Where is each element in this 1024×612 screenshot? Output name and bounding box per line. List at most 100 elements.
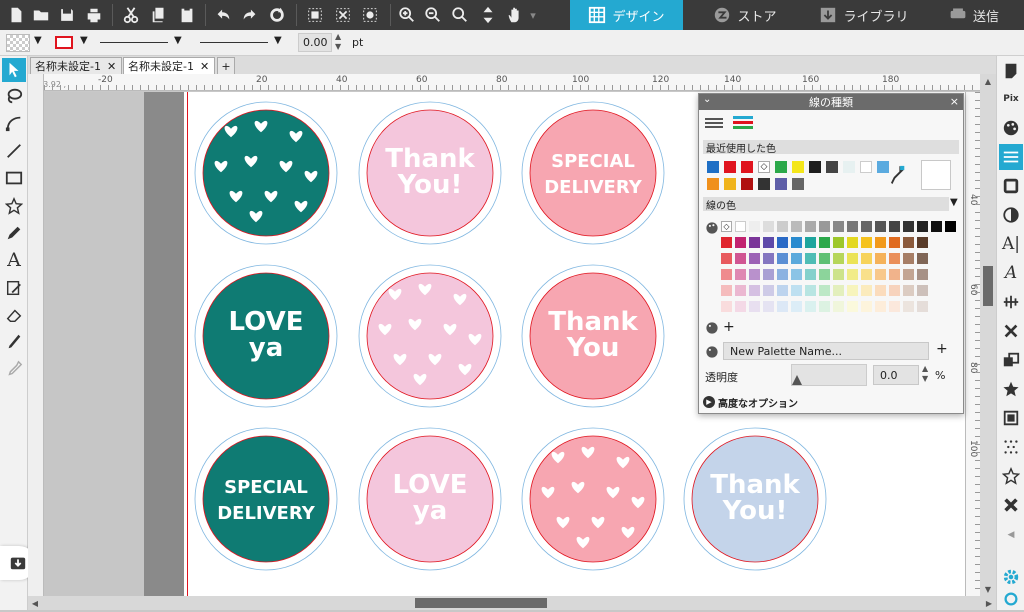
eyedropper-icon[interactable] bbox=[891, 164, 905, 186]
palette-swatch[interactable] bbox=[805, 221, 816, 232]
palette-swatch[interactable] bbox=[763, 237, 774, 248]
hand-icon[interactable] bbox=[503, 3, 527, 27]
scroll-up-icon[interactable]: ▲ bbox=[980, 74, 996, 88]
copy-icon[interactable] bbox=[147, 3, 171, 27]
palette-swatch[interactable] bbox=[847, 269, 858, 280]
palette-swatch[interactable] bbox=[903, 269, 914, 280]
line-style-dropdown-icon[interactable]: ▼ bbox=[174, 35, 182, 46]
palette-swatch[interactable] bbox=[805, 253, 816, 264]
slider-handle[interactable] bbox=[792, 375, 802, 385]
line-style-tab-icon[interactable] bbox=[705, 118, 723, 130]
palette-swatch[interactable] bbox=[861, 221, 872, 232]
zoom-in-icon[interactable] bbox=[395, 3, 419, 27]
palette-swatch[interactable] bbox=[805, 237, 816, 248]
palette-swatch[interactable] bbox=[777, 269, 788, 280]
palette-swatch[interactable] bbox=[931, 221, 942, 232]
palette-name-input[interactable]: New Palette Name... bbox=[723, 342, 929, 360]
pan-arrows-icon[interactable] bbox=[476, 3, 500, 27]
palette-swatch[interactable] bbox=[875, 221, 886, 232]
offset-icon[interactable] bbox=[999, 405, 1023, 431]
palette-swatch[interactable] bbox=[763, 253, 774, 264]
transparency-stepper[interactable]: ▲ ▼ bbox=[922, 364, 928, 384]
line-color-swatch[interactable] bbox=[55, 36, 73, 49]
palette-swatch[interactable] bbox=[791, 221, 802, 232]
text-tool-icon[interactable]: A bbox=[2, 248, 26, 272]
line-style-panel-icon[interactable] bbox=[999, 144, 1023, 170]
palette-swatch[interactable] bbox=[777, 237, 788, 248]
palette-swatch[interactable] bbox=[819, 285, 830, 296]
palette-swatch[interactable] bbox=[875, 253, 886, 264]
sticker[interactable]: SPECIAL DELIVERY bbox=[521, 101, 665, 245]
fill-pattern-icon[interactable] bbox=[999, 173, 1023, 199]
vertical-scrollbar[interactable]: ▲ ▼ bbox=[980, 74, 996, 596]
palette-swatch[interactable] bbox=[777, 301, 788, 312]
palette-swatch[interactable] bbox=[847, 301, 858, 312]
palette-swatch[interactable] bbox=[749, 253, 760, 264]
palette-swatch[interactable] bbox=[749, 269, 760, 280]
select-tool-icon[interactable] bbox=[2, 58, 26, 82]
palette-swatch[interactable] bbox=[735, 237, 746, 248]
palette-swatch[interactable] bbox=[777, 285, 788, 296]
palette-swatch[interactable] bbox=[917, 301, 928, 312]
new-file-icon[interactable] bbox=[4, 3, 28, 27]
panel-close-button[interactable]: × bbox=[950, 95, 959, 108]
add-tab-button[interactable]: + bbox=[217, 57, 235, 74]
palette-swatch[interactable] bbox=[833, 221, 844, 232]
palette-swatch[interactable] bbox=[735, 221, 746, 232]
sticker[interactable] bbox=[358, 264, 502, 408]
palette-swatch[interactable] bbox=[735, 269, 746, 280]
palette-swatch[interactable] bbox=[791, 285, 802, 296]
palette-swatch[interactable] bbox=[749, 301, 760, 312]
palette-swatch[interactable] bbox=[875, 301, 886, 312]
palette-swatch[interactable] bbox=[721, 301, 732, 312]
vertical-scroll-thumb[interactable] bbox=[983, 266, 993, 306]
palette-swatch[interactable] bbox=[833, 269, 844, 280]
palette-swatch[interactable] bbox=[903, 221, 914, 232]
recent-color-swatch[interactable] bbox=[741, 161, 753, 173]
compound-path-icon[interactable] bbox=[358, 3, 382, 27]
sync-icon[interactable] bbox=[999, 586, 1023, 612]
add-palette-button[interactable]: + bbox=[936, 341, 948, 357]
recent-color-swatch[interactable] bbox=[843, 161, 855, 173]
palette-swatch[interactable] bbox=[749, 237, 760, 248]
pencil-tool-icon[interactable] bbox=[2, 221, 26, 245]
palette-swatch[interactable] bbox=[889, 301, 900, 312]
sketch-star-icon[interactable] bbox=[999, 463, 1023, 489]
curve-tool-icon[interactable] bbox=[2, 111, 26, 135]
palette-swatch[interactable] bbox=[903, 237, 914, 248]
sticker[interactable] bbox=[521, 427, 665, 571]
palette-swatch[interactable] bbox=[749, 221, 760, 232]
palette-swatch[interactable] bbox=[847, 221, 858, 232]
palette-swatch[interactable] bbox=[763, 285, 774, 296]
sticker[interactable]: Thank You bbox=[521, 264, 665, 408]
rectangle-tool-icon[interactable] bbox=[2, 166, 26, 190]
fill-color-palette-icon[interactable] bbox=[999, 115, 1023, 141]
close-icon[interactable]: ✕ bbox=[107, 60, 116, 73]
palette-swatch[interactable] bbox=[791, 237, 802, 248]
recent-color-swatch[interactable] bbox=[826, 161, 838, 173]
advanced-options-toggle[interactable]: 高度なオプション bbox=[718, 395, 798, 410]
zoom-fit-icon[interactable] bbox=[448, 3, 472, 27]
palette-swatch[interactable] bbox=[875, 285, 886, 296]
palette-swatch[interactable] bbox=[861, 237, 872, 248]
line-width-stepper[interactable]: ▲ ▼ bbox=[335, 32, 341, 52]
palette-swatch[interactable] bbox=[917, 237, 928, 248]
palette-swatch[interactable] bbox=[819, 269, 830, 280]
line-color-dropdown-icon[interactable]: ▼ bbox=[80, 35, 88, 46]
sticker[interactable]: LOVE ya bbox=[194, 264, 338, 408]
cut-icon[interactable] bbox=[119, 3, 143, 27]
page-setup-icon[interactable] bbox=[999, 58, 1023, 84]
line-color-tab-icon[interactable] bbox=[733, 116, 753, 132]
chevron-down-icon[interactable]: ▾ bbox=[525, 3, 541, 27]
palette-swatch[interactable] bbox=[889, 285, 900, 296]
recent-color-swatch[interactable] bbox=[792, 178, 804, 190]
modify-star-icon[interactable] bbox=[999, 376, 1023, 402]
horizontal-scrollbar[interactable]: ◀ ▶ bbox=[28, 596, 996, 610]
line-width-input[interactable]: 0.00 bbox=[298, 33, 332, 52]
tab-store[interactable]: ストア bbox=[695, 0, 795, 30]
draw-tool-icon[interactable] bbox=[2, 276, 26, 300]
palette-swatch[interactable] bbox=[861, 285, 872, 296]
sticker[interactable]: LOVE ya bbox=[358, 427, 502, 571]
paste-icon[interactable] bbox=[175, 3, 199, 27]
palette-swatch[interactable] bbox=[819, 253, 830, 264]
